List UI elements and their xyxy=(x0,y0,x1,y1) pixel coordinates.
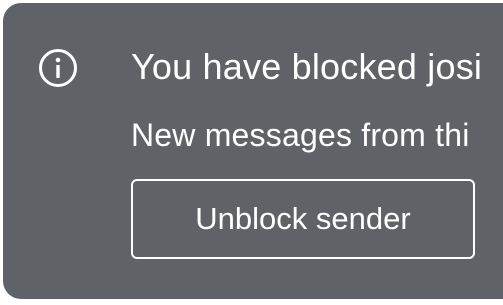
blocked-sender-banner: You have blocked josi New messages from … xyxy=(3,3,503,299)
banner-title: You have blocked josi xyxy=(131,46,483,87)
info-icon xyxy=(39,49,77,87)
unblock-sender-button[interactable]: Unblock sender xyxy=(131,179,475,259)
banner-message: New messages from thi xyxy=(131,117,470,153)
